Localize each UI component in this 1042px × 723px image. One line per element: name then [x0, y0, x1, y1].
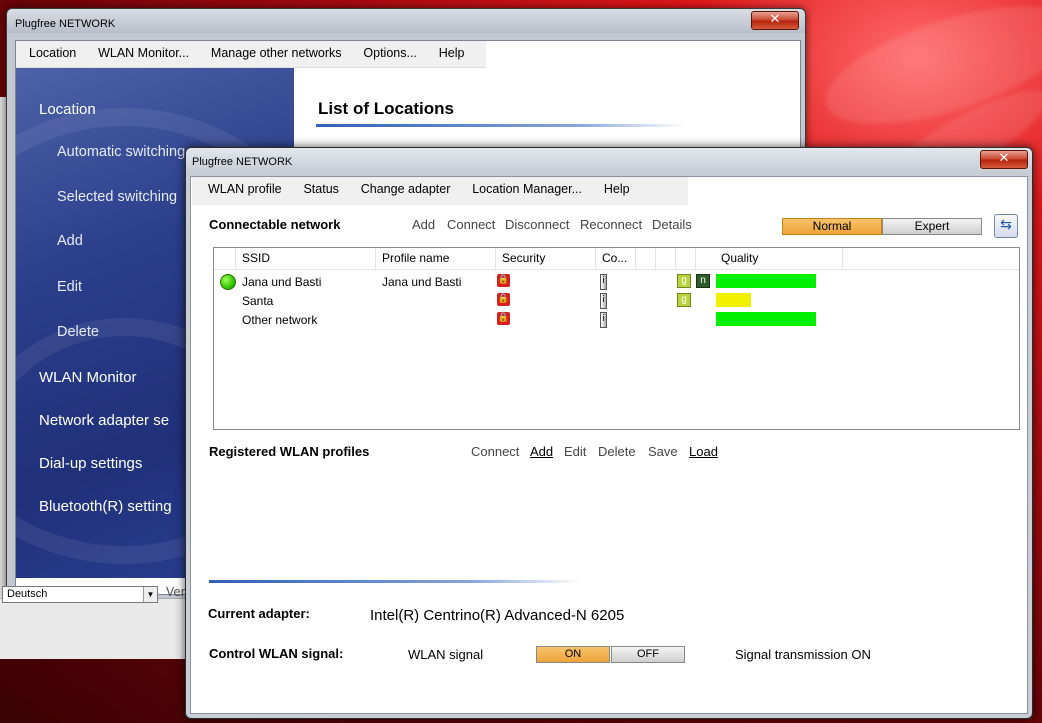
network-reconnect-button[interactable]: Reconnect: [580, 217, 642, 232]
heading-underline: [316, 124, 686, 127]
band-n-icon: n: [696, 274, 710, 288]
language-select[interactable]: Deutsch ▼: [2, 586, 158, 603]
registered-profiles-title: Registered WLAN profiles: [209, 444, 370, 459]
profile-load-button[interactable]: Load: [689, 444, 718, 459]
column-connection[interactable]: Co...: [596, 248, 636, 269]
row-ssid: Other network: [242, 313, 318, 327]
network-add-button[interactable]: Add: [412, 217, 435, 232]
column-blank-1: [636, 248, 656, 269]
sidebar-item-wlan-monitor[interactable]: WLAN Monitor: [39, 369, 137, 386]
mode-normal-button[interactable]: Normal: [782, 218, 882, 235]
back-window-footer: Deutsch ▼ Ver: [0, 585, 186, 659]
signal-status-text: Signal transmission ON: [735, 647, 871, 662]
band-g-icon: g: [677, 274, 691, 288]
mode-expert-button[interactable]: Expert: [882, 218, 982, 235]
signal-on-button[interactable]: ON: [536, 646, 610, 663]
sidebar-item-selected-switching[interactable]: Selected switching: [57, 189, 177, 205]
menu-wlan-profile[interactable]: WLAN profile: [192, 177, 291, 202]
row-ssid: Santa: [242, 294, 274, 308]
menu-change-adapter[interactable]: Change adapter: [352, 177, 460, 202]
sidebar-item-bluetooth[interactable]: Bluetooth(R) setting: [39, 498, 172, 515]
column-quality[interactable]: Quality: [715, 248, 843, 269]
current-adapter-label: Current adapter:: [208, 606, 310, 621]
row-ssid: Jana und Basti: [242, 275, 322, 289]
quality-bar: [716, 293, 751, 307]
sidebar-item-location[interactable]: Location: [39, 101, 96, 118]
table-header: SSID Profile name Security Co... Quality: [214, 248, 1019, 270]
column-blank-3: [676, 248, 696, 269]
column-ssid[interactable]: SSID: [236, 248, 376, 269]
menu-location-manager[interactable]: Location Manager...: [463, 177, 591, 202]
sidebar-item-edit[interactable]: Edit: [57, 279, 82, 295]
column-profile-name[interactable]: Profile name: [376, 248, 496, 269]
connectable-network-title: Connectable network: [209, 217, 341, 232]
column-security[interactable]: Security: [496, 248, 596, 269]
front-close-button[interactable]: ✕: [980, 150, 1028, 169]
back-window-title: Plugfree NETWORK: [15, 18, 116, 30]
quality-bar: [716, 274, 816, 288]
signal-off-button[interactable]: OFF: [611, 646, 685, 663]
profile-edit-button[interactable]: Edit: [564, 444, 586, 459]
lock-icon: 🔒: [497, 293, 510, 306]
band-g-icon: g: [677, 293, 691, 307]
back-menubar: Location WLAN Monitor... Manage other ne…: [16, 41, 486, 68]
menu-help[interactable]: Help: [595, 177, 639, 202]
back-menu-options[interactable]: Options...: [354, 41, 426, 66]
info-icon[interactable]: i: [600, 293, 607, 309]
column-status: [214, 248, 236, 269]
back-menu-help[interactable]: Help: [430, 41, 474, 66]
lock-icon: 🔒: [497, 312, 510, 325]
current-adapter-value: Intel(R) Centrino(R) Advanced-N 6205: [370, 607, 625, 624]
sidebar-item-delete[interactable]: Delete: [57, 324, 99, 340]
back-close-button[interactable]: ✕: [751, 11, 799, 30]
sidebar-item-network-adapter[interactable]: Network adapter se: [39, 412, 169, 429]
network-details-button[interactable]: Details: [652, 217, 692, 232]
row-profile: Jana und Basti: [382, 275, 462, 289]
profile-connect-button[interactable]: Connect: [471, 444, 519, 459]
network-disconnect-button[interactable]: Disconnect: [505, 217, 569, 232]
back-menu-wlan-monitor[interactable]: WLAN Monitor...: [89, 41, 198, 66]
front-window-client: WLAN profile Status Change adapter Locat…: [190, 176, 1028, 714]
language-value: Deutsch: [7, 588, 48, 600]
wlan-signal-label: WLAN signal: [408, 647, 484, 662]
connected-icon: [220, 274, 236, 290]
chevron-down-icon[interactable]: ▼: [143, 587, 157, 602]
lock-icon: 🔒: [497, 274, 510, 287]
page-title: List of Locations: [318, 99, 454, 118]
profile-delete-button[interactable]: Delete: [598, 444, 636, 459]
refresh-icon[interactable]: ⇆: [994, 214, 1018, 238]
info-icon[interactable]: i: [600, 312, 607, 328]
quality-bar: [716, 312, 816, 326]
sidebar-item-dialup[interactable]: Dial-up settings: [39, 455, 142, 472]
network-table: SSID Profile name Security Co... Quality…: [213, 247, 1020, 430]
sidebar-item-automatic-switching[interactable]: Automatic switching: [57, 144, 185, 160]
back-menu-location[interactable]: Location: [16, 41, 85, 66]
front-window: Plugfree NETWORK ✕ WLAN profile Status C…: [185, 147, 1033, 719]
front-window-title: Plugfree NETWORK: [192, 156, 293, 168]
control-signal-label: Control WLAN signal:: [209, 646, 344, 661]
profile-save-button[interactable]: Save: [648, 444, 678, 459]
network-connect-button[interactable]: Connect: [447, 217, 495, 232]
sidebar-item-add[interactable]: Add: [57, 233, 83, 249]
info-icon[interactable]: i: [600, 274, 607, 290]
back-menu-manage-networks[interactable]: Manage other networks: [202, 41, 351, 66]
section-divider: [209, 580, 581, 583]
column-blank-2: [656, 248, 676, 269]
profile-add-button[interactable]: Add: [530, 444, 553, 459]
front-menubar: WLAN profile Status Change adapter Locat…: [192, 177, 688, 205]
version-label: Ver: [166, 585, 186, 599]
menu-status[interactable]: Status: [294, 177, 347, 202]
